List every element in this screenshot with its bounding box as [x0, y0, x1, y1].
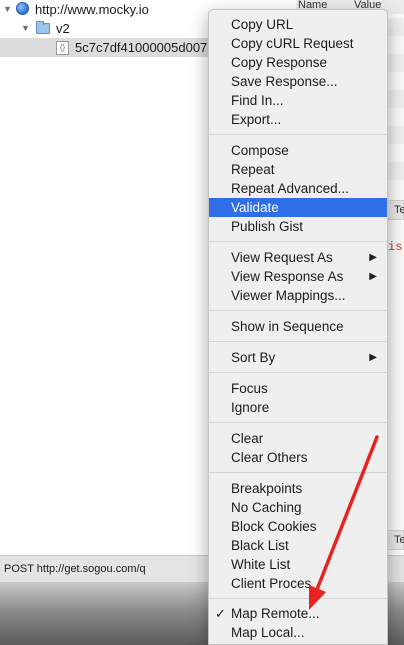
menu-item-save-response[interactable]: Save Response...	[209, 72, 387, 91]
menu-separator	[209, 310, 387, 311]
context-menu: Copy URL Copy cURL Request Copy Response…	[208, 9, 388, 645]
menu-item-label: Compose	[231, 143, 289, 158]
json-file-icon: {}	[56, 41, 69, 55]
menu-item-label: Map Remote...	[231, 606, 320, 621]
menu-item-label: View Request As	[231, 250, 333, 265]
menu-item-label: Map Local...	[231, 625, 305, 640]
menu-item-breakpoints[interactable]: Breakpoints	[209, 479, 387, 498]
menu-item-label: View Response As	[231, 269, 344, 284]
menu-item-focus[interactable]: Focus	[209, 379, 387, 398]
menu-item-label: Sort By	[231, 350, 276, 365]
menu-item-validate[interactable]: Validate	[209, 198, 387, 217]
menu-item-label: Viewer Mappings...	[231, 288, 346, 303]
menu-item-export[interactable]: Export...	[209, 110, 387, 129]
menu-item-find-in[interactable]: Find In...	[209, 91, 387, 110]
disclosure-open-icon[interactable]: ▼	[21, 19, 30, 38]
checkmark-icon: ✓	[215, 606, 226, 621]
menu-item-viewer-mappings[interactable]: Viewer Mappings...	[209, 286, 387, 305]
menu-item-clear-others[interactable]: Clear Others	[209, 448, 387, 467]
menu-item-label: Export...	[231, 112, 282, 127]
tree-host-label: http://www.mocky.io	[35, 2, 149, 17]
disclosure-open-icon[interactable]: ▼	[3, 0, 12, 19]
menu-item-client-process[interactable]: Client Proces	[209, 574, 387, 593]
menu-separator	[209, 422, 387, 423]
menu-item-black-list[interactable]: Black List	[209, 536, 387, 555]
folder-icon	[36, 21, 50, 34]
menu-item-label: Find In...	[231, 93, 284, 108]
menu-item-label: Breakpoints	[231, 481, 303, 496]
menu-item-label: Validate	[231, 200, 279, 215]
menu-item-sort-by[interactable]: Sort By ▶	[209, 348, 387, 367]
menu-item-ignore[interactable]: Ignore	[209, 398, 387, 417]
menu-item-copy-curl[interactable]: Copy cURL Request	[209, 34, 387, 53]
menu-item-repeat-advanced[interactable]: Repeat Advanced...	[209, 179, 387, 198]
menu-item-label: Copy Response	[231, 55, 328, 70]
menu-item-repeat[interactable]: Repeat	[209, 160, 387, 179]
submenu-arrow-icon: ▶	[369, 252, 377, 263]
code-fragment: is	[388, 240, 403, 254]
globe-icon	[16, 2, 29, 15]
menu-item-label: Clear	[231, 431, 264, 446]
menu-separator	[209, 598, 387, 599]
menu-item-label: Save Response...	[231, 74, 338, 89]
tree-folder-label: v2	[56, 21, 70, 36]
menu-item-show-in-sequence[interactable]: Show in Sequence	[209, 317, 387, 336]
menu-item-map-remote[interactable]: ✓ Map Remote...	[209, 604, 387, 623]
menu-item-view-response-as[interactable]: View Response As ▶	[209, 267, 387, 286]
menu-item-label: Client Proces	[231, 576, 312, 591]
menu-item-label: Block Cookies	[231, 519, 317, 534]
menu-item-clear[interactable]: Clear	[209, 429, 387, 448]
menu-item-label: Publish Gist	[231, 219, 304, 234]
menu-item-white-list[interactable]: White List	[209, 555, 387, 574]
menu-item-label: No Caching	[231, 500, 302, 515]
menu-item-label: Repeat Advanced...	[231, 181, 349, 196]
tree-selected-label: 5c7c7df41000005d007	[75, 40, 208, 55]
menu-item-label: Clear Others	[231, 450, 308, 465]
menu-item-label: Ignore	[231, 400, 270, 415]
menu-separator	[209, 241, 387, 242]
menu-item-label: Copy URL	[231, 17, 294, 32]
menu-item-map-local[interactable]: Map Local...	[209, 623, 387, 642]
menu-separator	[209, 372, 387, 373]
menu-item-no-caching[interactable]: No Caching	[209, 498, 387, 517]
menu-item-label: White List	[231, 557, 291, 572]
submenu-arrow-icon: ▶	[369, 271, 377, 282]
menu-item-label: Show in Sequence	[231, 319, 344, 334]
menu-separator	[209, 472, 387, 473]
menu-item-label: Repeat	[231, 162, 275, 177]
menu-separator	[209, 341, 387, 342]
menu-item-label: Black List	[231, 538, 289, 553]
status-text: POST http://get.sogou.com/q	[4, 563, 146, 575]
menu-item-block-cookies[interactable]: Block Cookies	[209, 517, 387, 536]
menu-item-label: Focus	[231, 381, 268, 396]
menu-item-copy-url[interactable]: Copy URL	[209, 15, 387, 34]
menu-item-label: Copy cURL Request	[231, 36, 354, 51]
menu-item-compose[interactable]: Compose	[209, 141, 387, 160]
submenu-arrow-icon: ▶	[369, 352, 377, 363]
menu-separator	[209, 134, 387, 135]
menu-item-copy-response[interactable]: Copy Response	[209, 53, 387, 72]
menu-item-publish-gist[interactable]: Publish Gist	[209, 217, 387, 236]
menu-item-view-request-as[interactable]: View Request As ▶	[209, 248, 387, 267]
